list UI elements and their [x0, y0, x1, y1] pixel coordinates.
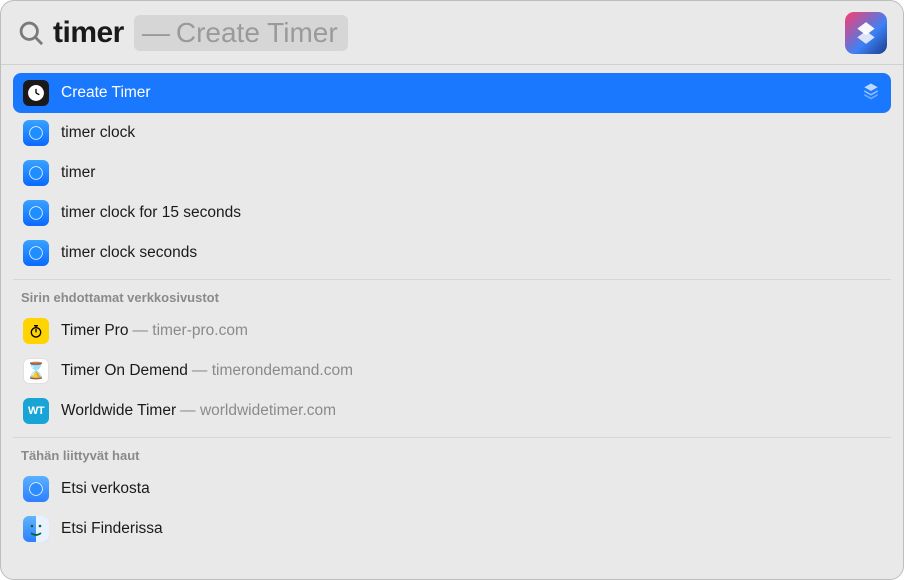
hourglass-icon: ⌛ [23, 358, 49, 384]
safari-icon [23, 200, 49, 226]
suggestion-text: Create Timer [176, 17, 338, 49]
result-top-hit[interactable]: Create Timer [13, 73, 891, 113]
wt-icon: WT [23, 398, 49, 424]
site-url: — timerondemand.com [192, 362, 353, 380]
section-header-related: Tähän liittyvät haut [13, 437, 891, 469]
site-title: Timer Pro [61, 322, 128, 340]
section-header-siri-sites: Sirin ehdottamat verkkosivustot [13, 279, 891, 311]
suggestion-label: timer clock seconds [61, 244, 197, 262]
result-search-finder[interactable]: Etsi Finderissa [13, 509, 891, 549]
top-hit-label: Create Timer [61, 84, 151, 102]
results-panel: Create Timer timer clock timer [1, 65, 903, 561]
search-suggestion-pill[interactable]: — Create Timer [134, 15, 348, 51]
safari-icon [23, 240, 49, 266]
result-suggestion[interactable]: timer [13, 153, 891, 193]
clock-icon [23, 80, 49, 106]
result-suggestion[interactable]: timer clock [13, 113, 891, 153]
finder-icon [23, 516, 49, 542]
suggestion-label: timer [61, 164, 95, 182]
site-title: Timer On Demend [61, 362, 188, 380]
site-url: — worldwidetimer.com [180, 402, 336, 420]
search-bar[interactable]: timer — Create Timer [1, 1, 903, 65]
action-label: Etsi verkosta [61, 480, 150, 498]
search-icon [17, 19, 45, 47]
result-suggestion[interactable]: timer clock seconds [13, 233, 891, 273]
stopwatch-icon [23, 318, 49, 344]
result-website[interactable]: Timer Pro — timer-pro.com [13, 311, 891, 351]
safari-icon [23, 160, 49, 186]
action-label: Etsi Finderissa [61, 520, 163, 538]
suggestion-label: timer clock [61, 124, 135, 142]
site-title: Worldwide Timer [61, 402, 176, 420]
shortcuts-app-icon [845, 12, 887, 54]
site-url: — timer-pro.com [132, 322, 247, 340]
suggestion-dash: — [142, 17, 170, 49]
suggestion-label: timer clock for 15 seconds [61, 204, 241, 222]
result-suggestion[interactable]: timer clock for 15 seconds [13, 193, 891, 233]
spotlight-window: timer — Create Timer [0, 0, 904, 580]
result-search-web[interactable]: Etsi verkosta [13, 469, 891, 509]
safari-icon [23, 476, 49, 502]
search-query[interactable]: timer [53, 16, 124, 50]
result-website[interactable]: ⌛ Timer On Demend — timerondemand.com [13, 351, 891, 391]
result-website[interactable]: WT Worldwide Timer — worldwidetimer.com [13, 391, 891, 431]
stack-icon [861, 81, 881, 106]
safari-icon [23, 120, 49, 146]
